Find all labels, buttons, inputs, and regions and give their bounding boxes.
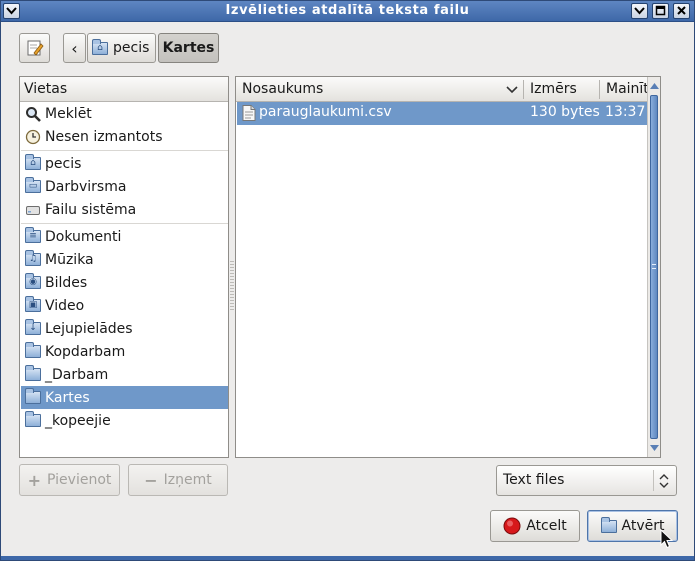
drive-icon [25,202,41,218]
place-desktop[interactable]: ▭ Darbvirsma [21,175,228,198]
add-bookmark-label: Pievienot [47,472,112,488]
column-size-label: Izmērs [530,81,577,97]
plus-icon: + [27,470,42,490]
crumb-label: Kartes [162,40,215,56]
places-header[interactable]: Vietas [20,77,228,102]
place-music[interactable]: ♫ Mūzika [21,248,228,271]
mouse-pointer-icon [660,529,674,549]
place-video[interactable]: ▣ Video [21,294,228,317]
crumb-label: pecis [113,40,150,56]
path-crumb-home[interactable]: ⌂ pecis [87,33,156,63]
minimize-button[interactable] [631,3,648,19]
file-filter-combo[interactable]: Text files [496,465,677,496]
file-chooser-dialog: Izvēlieties atdalītā teksta failu ‹ ⌂ pe… [0,0,695,561]
pencil-icon [27,40,44,56]
pictures-folder-icon: ◉ [25,273,41,291]
clock-icon [25,129,41,145]
chevron-up-down-icon [659,474,669,488]
place-pictures[interactable]: ◉ Bildes [21,271,228,294]
home-folder-icon: ⌂ [92,38,108,56]
close-button[interactable] [673,3,690,19]
place-bookmark-kopdarbam[interactable]: Kopdarbam [21,340,228,363]
file-size: 130 bytes [530,104,600,120]
music-folder-icon: ♫ [25,250,41,268]
path-back-button[interactable]: ‹ [63,33,86,63]
column-name-label: Nosaukums [242,81,324,97]
place-bookmark-kartes[interactable]: Kartes [21,386,228,409]
place-label: _Darbam [45,366,109,383]
folder-icon [25,342,41,360]
place-documents[interactable]: ≡ Dokumenti [21,225,228,248]
place-filesystem[interactable]: Failu sistēma [21,198,228,221]
documents-folder-icon: ≡ [25,227,41,245]
window-title: Izvēlieties atdalītā teksta failu [225,3,470,18]
files-header: Nosaukums Izmērs Mainīts [236,77,656,102]
downloads-folder-icon: ↓ [25,319,41,337]
place-label: Meklēt [45,105,92,122]
place-label: Video [45,297,85,314]
minus-icon: − [144,470,158,490]
close-icon [677,6,686,15]
remove-bookmark-button[interactable]: − Izņemt [128,464,228,496]
place-label: Darbvirsma [45,178,127,195]
places-separator [21,150,228,151]
cancel-icon [503,517,521,535]
cancel-label: Atcelt [526,518,567,534]
type-location-button[interactable] [19,33,50,63]
place-home[interactable]: ⌂ pecis [21,152,228,175]
place-label: Kopdarbam [45,343,126,360]
maximize-icon [655,5,666,16]
place-label: Failu sistēma [45,201,137,218]
file-row[interactable]: parauglaukumi.csv 130 bytes 13:37 [237,102,659,125]
desktop-folder-icon: ▭ [25,177,41,195]
open-folder-icon [600,516,617,534]
place-search[interactable]: Meklēt [21,102,228,125]
place-label: pecis [45,155,82,172]
place-label: _kopeejie [45,412,111,429]
places-panel: Vietas Meklēt Nesen izmantots ⌂ pecis ▭ … [19,76,229,458]
place-bookmark-kopeejie[interactable]: _kopeejie [21,409,228,432]
place-label: Nesen izmantots [45,128,163,145]
open-label: Atvērt [621,518,665,534]
window-bottom-border [1,556,694,560]
folder-icon [25,388,41,406]
place-label: Mūzika [45,251,94,268]
title-bar[interactable]: Izvēlieties atdalītā teksta failu [1,1,694,22]
scroll-down-arrow-icon[interactable] [650,445,659,451]
place-downloads[interactable]: ↓ Lejupielādes [21,317,228,340]
place-label: Lejupielādes [45,320,133,337]
place-label: Bildes [45,274,88,291]
column-size-header[interactable]: Izmērs [524,77,599,102]
file-modified: 13:37 [605,104,646,120]
path-crumb-current[interactable]: Kartes [158,33,219,63]
pane-resize-handle[interactable] [230,261,234,311]
file-name: parauglaukumi.csv [259,104,392,120]
video-folder-icon: ▣ [25,296,41,314]
maximize-button[interactable] [652,3,669,19]
places-header-label: Vietas [24,81,68,97]
add-bookmark-button[interactable]: + Pievienot [19,464,120,496]
scroll-up-arrow-icon[interactable] [650,83,659,89]
remove-bookmark-label: Izņemt [163,472,212,488]
places-separator [21,223,228,224]
place-bookmark-darbam[interactable]: _Darbam [21,363,228,386]
place-recent[interactable]: Nesen izmantots [21,125,228,148]
files-panel: Nosaukums Izmērs Mainīts parauglaukumi.c… [235,76,661,458]
home-folder-icon: ⌂ [25,154,41,172]
place-label: Kartes [45,389,90,406]
scroll-thumb[interactable] [650,95,658,439]
folder-icon [25,411,41,429]
column-name-header[interactable]: Nosaukums [236,77,523,102]
place-label: Dokumenti [45,228,122,245]
text-file-icon [241,105,257,121]
chevron-down-icon [634,7,645,15]
folder-icon [25,365,41,383]
chevron-left-icon: ‹ [71,38,78,58]
sort-chevron-down-icon [506,86,518,94]
cancel-button[interactable]: Atcelt [490,510,580,542]
files-scrollbar[interactable] [647,77,660,457]
search-icon [25,106,41,122]
file-filter-value: Text files [503,472,565,488]
